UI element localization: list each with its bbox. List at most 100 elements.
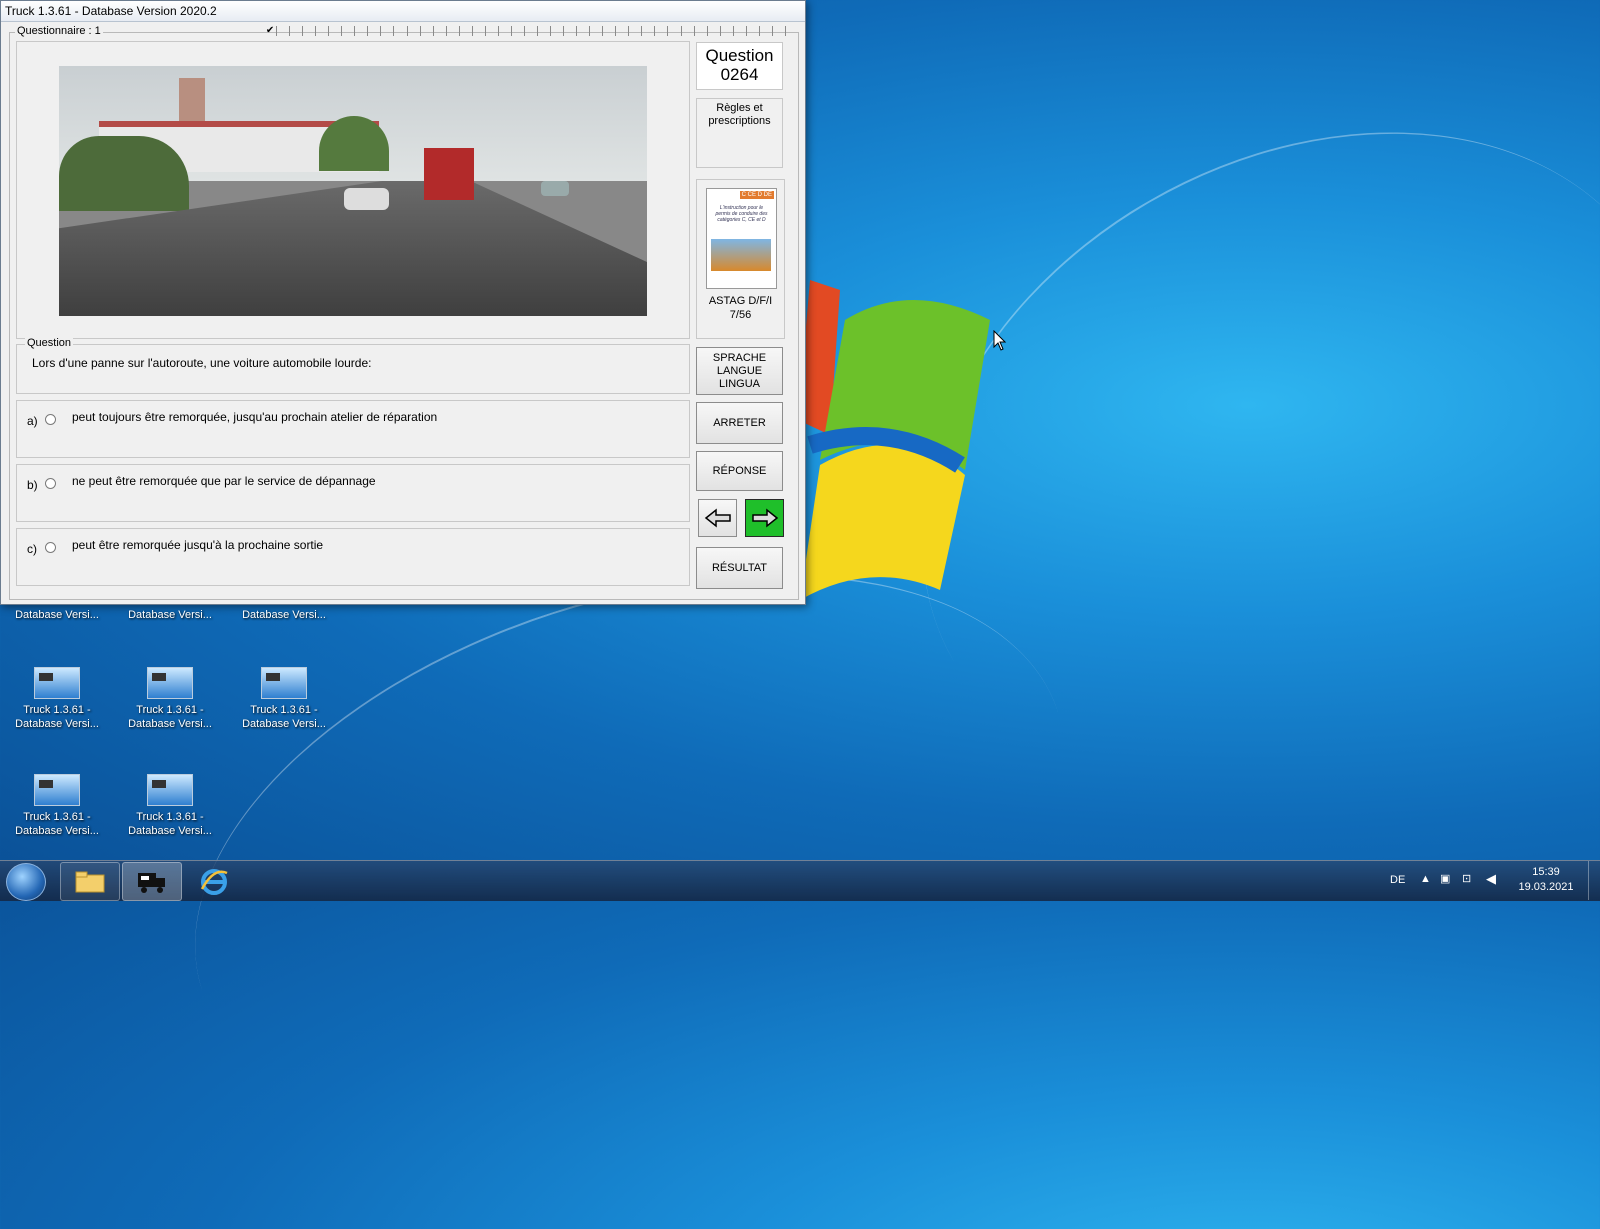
clock-date: 19.03.2021 xyxy=(1518,881,1574,893)
volume-icon[interactable]: ◀ xyxy=(1486,871,1496,887)
progress-tick[interactable] xyxy=(708,26,721,36)
answer-radio-c[interactable] xyxy=(45,542,56,553)
progress-tick[interactable] xyxy=(277,26,291,36)
progress-tick[interactable] xyxy=(381,26,395,36)
desktop-icon-truck[interactable]: Truck 1.3.61 - Database Versi... xyxy=(120,667,220,731)
answer-option-a[interactable]: a) peut toujours être remorquée, jusqu'a… xyxy=(16,400,690,458)
desktop-icon-label-line1: Truck 1.3.61 - xyxy=(136,704,204,716)
network-icon[interactable]: ⊡ xyxy=(1462,872,1471,885)
language-button[interactable]: SPRACHE LANGUE LINGUA xyxy=(696,347,783,395)
progress-tick[interactable] xyxy=(316,26,330,36)
progress-tick[interactable] xyxy=(629,26,643,36)
progress-tick[interactable] xyxy=(590,26,604,36)
truck-icon xyxy=(138,872,165,893)
progress-tick[interactable] xyxy=(695,26,708,36)
internet-explorer-icon xyxy=(200,868,228,895)
desktop-icon-truck[interactable]: Truck 1.3.61 - Database Versi... xyxy=(7,667,107,731)
progress-tick[interactable] xyxy=(512,26,525,36)
window-title: Truck 1.3.61 - Database Version 2020.2 xyxy=(1,1,805,22)
progress-tick[interactable] xyxy=(564,26,578,36)
answer-radio-b[interactable] xyxy=(45,478,56,489)
photo-truck xyxy=(424,148,474,200)
question-category: Règles et prescriptions xyxy=(708,102,771,127)
progress-tick[interactable] xyxy=(668,26,682,36)
progress-tick[interactable] xyxy=(421,26,434,36)
progress-tick[interactable] xyxy=(682,26,695,36)
progress-tick[interactable] xyxy=(434,26,447,36)
previous-button[interactable] xyxy=(698,499,737,537)
taskbar-ie-button[interactable] xyxy=(184,862,244,901)
reference-book-panel: C CE D DE L'instruction pour le permis d… xyxy=(696,179,785,339)
taskbar: DE ▲ ▣ ⊡ ◀ 15:39 19.03.2021 xyxy=(0,860,1600,901)
result-button[interactable]: RÉSULTAT xyxy=(696,547,783,589)
desktop-icon-label-line1: Truck 1.3.61 - xyxy=(23,811,91,823)
question-number: 0264 xyxy=(720,65,759,84)
progress-tick[interactable] xyxy=(760,26,773,36)
progress-tick[interactable] xyxy=(747,26,760,36)
answer-text-c: peut être remorquée jusqu'à la prochaine… xyxy=(72,538,324,552)
progress-tick[interactable] xyxy=(721,26,734,36)
question-image-panel xyxy=(16,41,690,339)
desktop-icon-label-line2: Database Versi... xyxy=(15,825,99,837)
progress-tick[interactable] xyxy=(342,26,356,36)
answer-radio-a[interactable] xyxy=(45,414,56,425)
progress-tick[interactable] xyxy=(525,26,538,36)
progress-tick[interactable] xyxy=(577,26,591,36)
taskbar-explorer-button[interactable] xyxy=(60,862,120,901)
progress-tick[interactable] xyxy=(368,26,382,36)
desktop-icon-truck[interactable]: Database Versi... xyxy=(120,608,220,622)
progress-tick[interactable] xyxy=(642,26,656,36)
progress-tick[interactable] xyxy=(473,26,486,36)
progress-tick[interactable] xyxy=(603,26,617,36)
progress-tick[interactable] xyxy=(447,26,460,36)
tray-expand-icon[interactable]: ▲ xyxy=(1420,873,1431,885)
book-cover-title: L'instruction pour le permis de conduire… xyxy=(715,205,768,223)
arrow-right-icon xyxy=(751,508,778,528)
answer-letter: b) xyxy=(27,478,38,492)
desktop-icon-truck[interactable]: Database Versi... xyxy=(234,608,334,622)
reference-book-cover[interactable]: C CE D DE L'instruction pour le permis d… xyxy=(706,188,777,289)
progress-tick[interactable] xyxy=(329,26,343,36)
progress-tick[interactable] xyxy=(460,26,473,36)
question-number-box: Question 0264 xyxy=(696,42,783,90)
next-button[interactable] xyxy=(745,499,784,537)
clock[interactable]: 15:39 19.03.2021 xyxy=(1516,865,1576,895)
answer-option-c[interactable]: c) peut être remorquée jusqu'à la procha… xyxy=(16,528,690,586)
desktop-icon-truck[interactable]: Truck 1.3.61 - Database Versi... xyxy=(7,774,107,838)
language-label-it: LINGUA xyxy=(719,378,760,390)
progress-tick[interactable] xyxy=(773,26,786,36)
progress-tick[interactable] xyxy=(303,26,317,36)
taskbar-truck-button[interactable] xyxy=(122,862,182,901)
progress-tick[interactable] xyxy=(355,26,369,36)
progress-tick[interactable] xyxy=(290,26,304,36)
progress-tick[interactable] xyxy=(408,26,421,36)
progress-tick[interactable] xyxy=(538,26,552,36)
folder-icon xyxy=(75,871,105,892)
tray-device-icon[interactable]: ▣ xyxy=(1440,872,1450,885)
progress-tick[interactable] xyxy=(394,26,408,36)
start-button[interactable] xyxy=(6,863,46,901)
answer-button[interactable]: RÉPONSE xyxy=(696,451,783,491)
show-desktop-button[interactable] xyxy=(1588,861,1600,900)
answer-option-b[interactable]: b) ne peut être remorquée que par le ser… xyxy=(16,464,690,522)
truck-app-icon xyxy=(147,774,193,806)
question-progress-bar: ✔ xyxy=(264,26,786,37)
desktop-icon-truck[interactable]: Truck 1.3.61 - Database Versi... xyxy=(120,774,220,838)
desktop-icon-truck[interactable]: Database Versi... xyxy=(7,608,107,622)
desktop-icon-truck[interactable]: Truck 1.3.61 - Database Versi... xyxy=(234,667,334,731)
photo-car xyxy=(541,181,569,196)
progress-tick[interactable] xyxy=(486,26,499,36)
progress-tick[interactable] xyxy=(734,26,747,36)
desktop-icon-label-line2: Database Versi... xyxy=(15,718,99,730)
progress-tick[interactable] xyxy=(616,26,630,36)
desktop-icon-label: Database Versi... xyxy=(15,609,99,621)
progress-tick[interactable] xyxy=(655,26,669,36)
answer-text-a: peut toujours être remorquée, jusqu'au p… xyxy=(72,410,438,424)
progress-tick-current[interactable]: ✔ xyxy=(264,26,278,36)
question-box: Question Lors d'une panne sur l'autorout… xyxy=(16,337,690,394)
stop-button[interactable]: ARRETER xyxy=(696,402,783,444)
photo-trees xyxy=(59,136,189,211)
progress-tick[interactable] xyxy=(551,26,565,36)
keyboard-language[interactable]: DE xyxy=(1390,874,1405,886)
progress-tick[interactable] xyxy=(499,26,512,36)
